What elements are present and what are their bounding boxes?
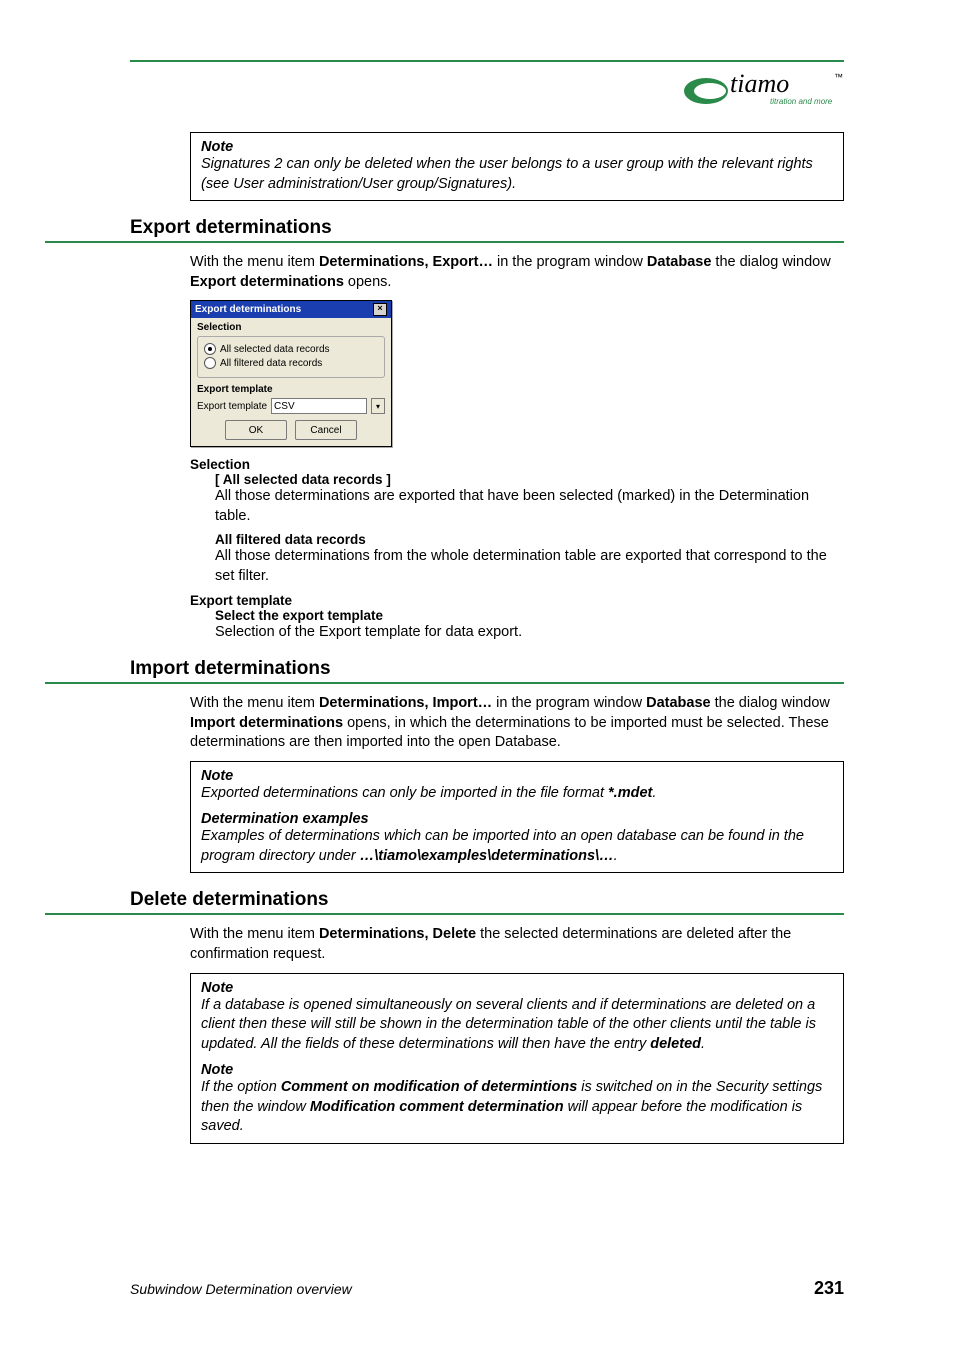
window-name: Modification comment determination	[310, 1099, 564, 1115]
txt: .	[652, 785, 656, 801]
def-template-sub: Select the export template	[215, 608, 844, 623]
path: …\tiamo\examples\determinations\…	[360, 848, 614, 864]
note-signatures: Note Signatures 2 can only be deleted wh…	[190, 132, 844, 201]
note-text: If a database is opened simultaneously o…	[201, 996, 833, 1055]
txt: With the menu item	[190, 695, 319, 711]
brand-logo: tiamo ™ titration and more	[684, 66, 844, 108]
txt: .	[701, 1036, 705, 1052]
group-template-label: Export template	[197, 384, 385, 395]
dialog-title-text: Export determinations	[195, 304, 301, 315]
menu-item-import: Determinations, Import…	[319, 695, 492, 711]
note-title-2: Note	[201, 1062, 833, 1078]
note-delete-clients: Note If a database is opened simultaneou…	[190, 973, 844, 1144]
menu-item-delete: Determinations, Delete	[319, 926, 476, 942]
cancel-button[interactable]: Cancel	[295, 420, 357, 440]
def-template: Export template	[190, 593, 844, 608]
heading-import: Import determinations	[45, 658, 844, 684]
note-text-examples: Examples of determinations which can be …	[201, 827, 833, 866]
option-name: Comment on modification of determintions	[281, 1079, 577, 1095]
heading-export: Export determinations	[45, 217, 844, 243]
txt: the dialog window	[711, 254, 830, 270]
heading-delete: Delete determinations	[45, 889, 844, 915]
template-field-label: Export template	[197, 401, 267, 412]
combo-value: CSV	[274, 401, 295, 412]
txt: Exported determinations can only be impo…	[201, 785, 608, 801]
note-title-examples: Determination examples	[201, 811, 833, 827]
note-title: Note	[201, 768, 833, 784]
def-selection: Selection	[190, 457, 844, 472]
header-rule	[130, 60, 844, 62]
radio-all-filtered[interactable]: All filtered data records	[204, 357, 378, 369]
export-intro: With the menu item Determinations, Expor…	[190, 253, 844, 292]
import-intro: With the menu item Determinations, Impor…	[190, 694, 844, 753]
txt: the dialog window	[711, 695, 830, 711]
def-template-text: Selection of the Export template for dat…	[215, 623, 844, 643]
delete-intro: With the menu item Determinations, Delet…	[190, 925, 844, 964]
note-text: Signatures 2 can only be deleted when th…	[201, 155, 833, 194]
def-selection-sub2: All filtered data records	[215, 532, 844, 547]
group-selection-label: Selection	[197, 322, 385, 333]
def-selection-text1: All those determinations are exported th…	[215, 487, 844, 526]
note-import-format: Note Exported determinations can only be…	[190, 761, 844, 874]
txt: opens.	[344, 274, 392, 290]
dialog-import-name: Import determinations	[190, 715, 343, 731]
ok-button[interactable]: OK	[225, 420, 287, 440]
dialog-titlebar: Export determinations ×	[191, 301, 391, 318]
txt: in the program window	[493, 254, 647, 270]
note-title: Note	[201, 980, 833, 996]
dialog-name: Export determinations	[190, 274, 344, 290]
export-dialog: Export determinations × Selection All se…	[190, 300, 392, 447]
radio-label: All filtered data records	[220, 358, 322, 369]
window-database: Database	[646, 695, 710, 711]
template-combo[interactable]: CSV	[271, 398, 367, 414]
page-number: 231	[814, 1278, 844, 1299]
txt: in the program window	[492, 695, 646, 711]
window-database: Database	[647, 254, 711, 270]
def-selection-sub1: [ All selected data records ]	[215, 472, 844, 487]
def-selection-text2: All those determinations from the whole …	[215, 547, 844, 586]
chevron-down-icon[interactable]: ▾	[371, 398, 385, 414]
txt: .	[614, 848, 618, 864]
group-selection: All selected data records All filtered d…	[197, 336, 385, 378]
txt: If the option	[201, 1079, 281, 1095]
radio-icon	[204, 357, 216, 369]
txt: If a database is opened simultaneously o…	[201, 997, 816, 1052]
close-icon[interactable]: ×	[373, 303, 387, 316]
note-title: Note	[201, 139, 833, 155]
radio-label: All selected data records	[220, 344, 330, 355]
logo-tm: ™	[834, 72, 843, 82]
logo-text: tiamo	[730, 69, 789, 98]
val-deleted: deleted	[650, 1036, 701, 1052]
file-format: *.mdet	[608, 785, 652, 801]
logo-tagline: titration and more	[770, 97, 833, 106]
footer-section-name: Subwindow Determination overview	[130, 1281, 352, 1297]
note-text-2: If the option Comment on modification of…	[201, 1078, 833, 1137]
txt: With the menu item	[190, 926, 319, 942]
radio-all-selected[interactable]: All selected data records	[204, 343, 378, 355]
menu-item-export: Determinations, Export…	[319, 254, 493, 270]
txt: With the menu item	[190, 254, 319, 270]
note-text: Exported determinations can only be impo…	[201, 784, 833, 804]
page-footer: Subwindow Determination overview 231	[130, 1278, 844, 1299]
radio-icon	[204, 343, 216, 355]
